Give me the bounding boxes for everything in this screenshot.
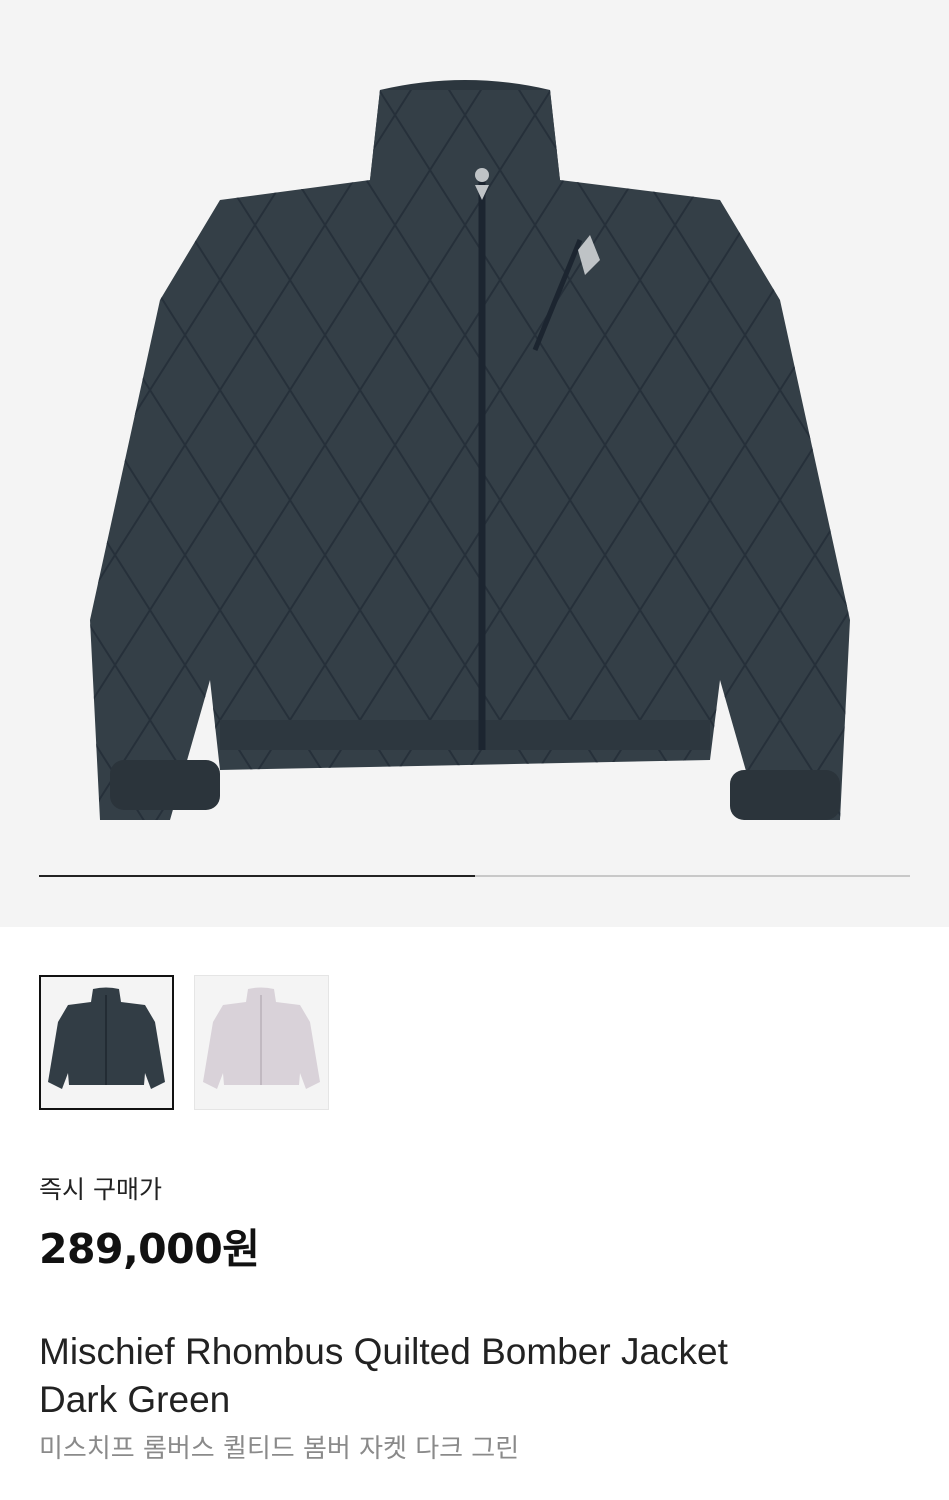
thumbnail-light-pink[interactable] xyxy=(194,975,329,1110)
product-name: Mischief Rhombus Quilted Bomber Jacket D… xyxy=(39,1328,919,1424)
product-main-image xyxy=(90,80,850,820)
price-value: 289,000원 xyxy=(39,1225,260,1273)
thumbnail-image-light xyxy=(203,987,320,1089)
thumbnail-list xyxy=(39,975,329,1110)
carousel-progress-fill xyxy=(39,875,475,877)
product-name-line1: Mischief Rhombus Quilted Bomber Jacket xyxy=(39,1331,728,1372)
thumbnail-dark-green[interactable] xyxy=(39,975,174,1110)
product-image-carousel[interactable] xyxy=(0,0,949,927)
thumbnail-image-dark xyxy=(48,987,165,1089)
carousel-progress-track xyxy=(39,875,910,877)
product-name-line2: Dark Green xyxy=(39,1379,231,1420)
product-name-korean: 미스치프 롬버스 퀼티드 봄버 자켓 다크 그린 xyxy=(39,1434,520,1464)
price-label: 즉시 구매가 xyxy=(39,1175,162,1204)
